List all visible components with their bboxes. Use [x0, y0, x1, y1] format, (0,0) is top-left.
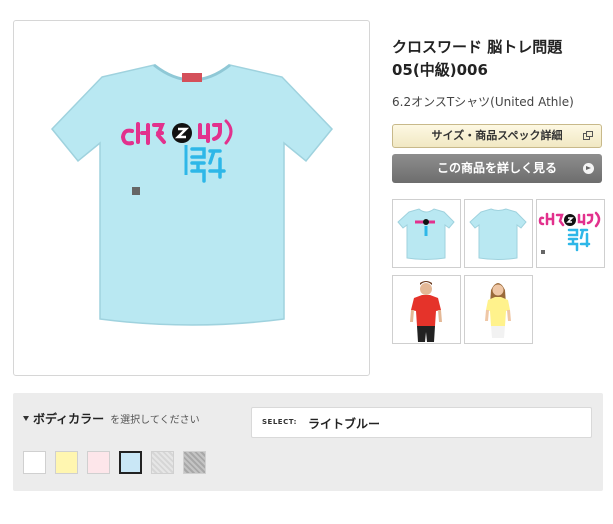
swatch-light-yellow[interactable] [55, 451, 78, 474]
thumbnail-front-with-design[interactable] [392, 199, 461, 268]
select-label: SELECT: [262, 418, 297, 426]
thumbnail-design-closeup[interactable] [536, 199, 605, 268]
selected-color-value: ライトブルー [308, 417, 381, 431]
swatch-heather-gray[interactable] [183, 451, 206, 474]
caret-down-icon [23, 416, 29, 421]
product-subtitle: 6.2オンスTシャツ(United Athle) [392, 95, 574, 109]
swatch-ash[interactable] [151, 451, 174, 474]
main-product-image[interactable] [13, 20, 370, 376]
body-color-heading[interactable]: ボディカラー を選択してください [23, 410, 200, 427]
thumbnail-model-female[interactable] [464, 275, 533, 344]
qr-mark [132, 187, 140, 195]
male-model-icon [410, 281, 442, 342]
neck-label [182, 73, 202, 82]
swatch-light-blue[interactable] [119, 451, 142, 474]
tshirt-front-thumb-icon [397, 208, 455, 260]
body-color-instruction: を選択してください [110, 415, 200, 426]
body-color-title: ボディカラー [33, 412, 105, 426]
tshirt-illustration [50, 63, 334, 326]
female-model-icon [485, 283, 511, 338]
color-select-display: SELECT: ライトブルー [251, 407, 592, 438]
tshirt-back-thumb-icon [469, 208, 527, 260]
product-detail-button[interactable]: この商品を詳しく見る [392, 154, 602, 183]
swatch-light-pink[interactable] [87, 451, 110, 474]
size-spec-label: サイズ・商品スペック詳細 [431, 129, 563, 142]
swatch-white[interactable] [23, 451, 46, 474]
chevron-right-icon [583, 163, 594, 174]
thumbnail-model-male[interactable] [392, 275, 461, 344]
thumbnail-back[interactable] [464, 199, 533, 268]
size-spec-button[interactable]: サイズ・商品スペック詳細 [392, 124, 602, 148]
product-detail-label: この商品を詳しく見る [436, 161, 557, 175]
design-closeup-thumb-icon [538, 211, 601, 254]
product-title: クロスワード 脳トレ問題05(中級)006 [392, 38, 563, 79]
external-window-icon [583, 131, 593, 140]
